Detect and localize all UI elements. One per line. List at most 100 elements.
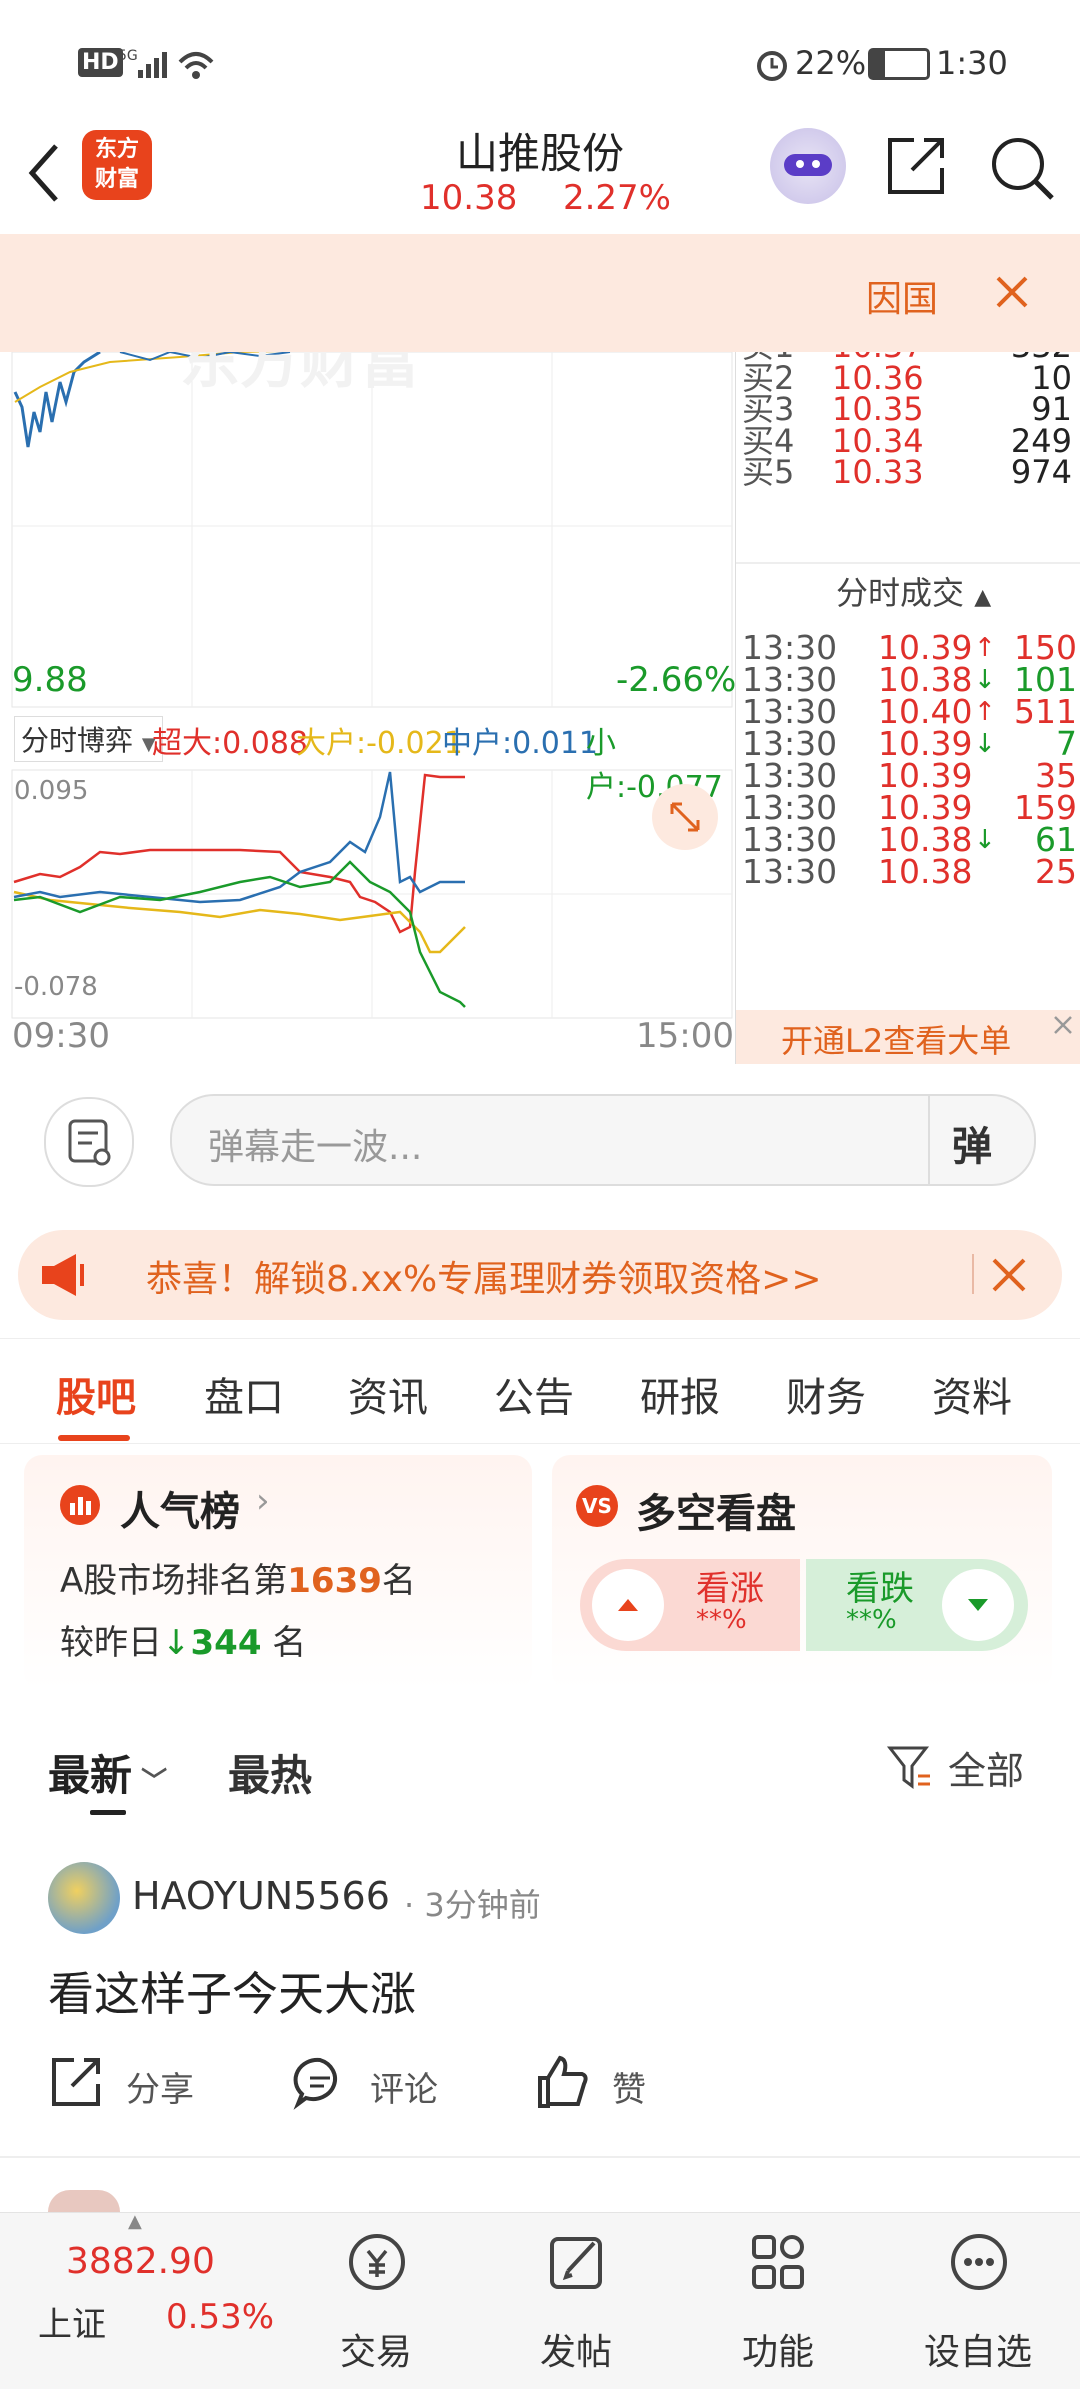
alarm-icon: [752, 44, 792, 88]
triangle-down-icon: [942, 1569, 1014, 1641]
hd-icon: HD: [78, 48, 123, 77]
battery-percent: 22%: [795, 44, 867, 82]
tick-time: 13:30: [742, 852, 838, 891]
intraday-chart[interactable]: 东方财富 9.88 -2.66% 分时博弈 ▼ 超大:0.088 大户:-0.0…: [0, 352, 736, 1064]
danmu-input[interactable]: 弹幕走一波... 弹: [170, 1094, 1036, 1186]
tick-row: 13:30 10.38 25: [742, 848, 1077, 896]
post-username[interactable]: HAOYUN5566: [132, 1874, 390, 1918]
comment-icon: [293, 2057, 338, 2110]
nav-functions[interactable]: 功能: [708, 2213, 848, 2389]
filter-icon: [886, 1746, 930, 1789]
svg-text:东方财富: 东方财富: [180, 352, 420, 397]
grid-icon: [752, 2235, 804, 2289]
share-icon[interactable]: [884, 134, 948, 202]
popularity-title: 人气榜: [120, 1489, 240, 1535]
tick-price: 10.38: [878, 852, 973, 891]
l2-upgrade-link[interactable]: 开通L2查看大单: [736, 1010, 1080, 1064]
large-value: 大户:-0.021: [296, 726, 463, 761]
current-price: 10.38: [420, 178, 518, 218]
order-book: 买110.37332买210.3610买310.3591买410.34249买5…: [735, 352, 1080, 1064]
nav-trade[interactable]: 交易: [306, 2213, 446, 2389]
notice-banner[interactable]: 因国: [0, 234, 1080, 352]
promo-text: 恭喜！解锁8.xx%专属理财券领取资格>>: [146, 1259, 822, 1300]
bull-button[interactable]: 看涨 **%: [580, 1559, 800, 1651]
avatar: [48, 2190, 120, 2212]
index-change: 0.53%: [166, 2297, 275, 2337]
svg-text:5G: 5G: [118, 48, 138, 64]
y-max-label: 0.095: [14, 776, 89, 806]
close-icon[interactable]: [1050, 1012, 1076, 1042]
post-content[interactable]: 看这样子今天大涨: [48, 1958, 416, 2024]
bottom-nav: ▲ 3882.90 上证 0.53% 交易 发帖 功能 设自选: [0, 2211, 1080, 2389]
danmu-placeholder: 弹幕走一波...: [208, 1127, 423, 1168]
expand-icon[interactable]: [652, 784, 718, 850]
rank-change-line: 较昨日↓344 名: [60, 1623, 307, 1663]
filter-label: 全部: [948, 1749, 1025, 1793]
battery-icon: [868, 48, 930, 80]
search-icon[interactable]: [988, 134, 1058, 208]
share-label: 分享: [126, 2070, 194, 2110]
tab-0[interactable]: 股吧: [56, 1365, 136, 1423]
nav-add-watchlist[interactable]: 设自选: [908, 2213, 1048, 2389]
nav-post[interactable]: 发帖: [506, 2213, 646, 2389]
like-label: 赞: [612, 2070, 646, 2110]
signal-icon: 5G: [118, 44, 218, 88]
bull-bear-title: 多空看盘: [636, 1491, 796, 1537]
more-icon: [951, 2234, 1007, 2290]
tab-2[interactable]: 资讯: [348, 1365, 428, 1423]
l2-upgrade-label: 开通L2查看大单: [781, 1022, 1012, 1060]
content-tabs: 股吧 盘口 资讯 公告 研报 财务 资料: [0, 1338, 1080, 1444]
status-bar: HD 5G 22% 1:30: [0, 0, 1080, 120]
bear-button[interactable]: 看跌 **%: [806, 1559, 1028, 1651]
tab-5[interactable]: 财务: [786, 1365, 866, 1423]
post-time: · 3分钟前: [404, 1886, 541, 1924]
tab-6[interactable]: 资料: [932, 1365, 1012, 1423]
indicator-legend: 分时博弈 ▼ 超大:0.088 大户:-0.021 中户:0.011 小户:-0…: [12, 708, 732, 805]
tick-volume: 25: [1035, 852, 1077, 891]
chart-bars-icon: [60, 1485, 100, 1525]
assistant-robot-icon[interactable]: [770, 128, 846, 204]
close-icon[interactable]: [994, 274, 1030, 314]
megaphone-icon: [36, 1250, 96, 1304]
sort-tab-indicator: [90, 1810, 126, 1815]
low-price-label: 9.88: [12, 660, 88, 700]
bull-bear-card: VS 多空看盘 看涨 **% 看跌 **%: [552, 1455, 1052, 1690]
tab-3[interactable]: 公告: [494, 1365, 574, 1423]
promo-banner[interactable]: 恭喜！解锁8.xx%专属理财券领取资格>>: [18, 1230, 1062, 1320]
stock-header: 东方 财富 山推股份 10.38 2.27%: [0, 120, 1080, 234]
danmu-settings-icon[interactable]: [44, 1097, 134, 1187]
ticks-title: 分时成交 ▲: [836, 574, 992, 612]
medium-value: 中户:0.011: [442, 726, 598, 761]
time-start-label: 09:30: [12, 1016, 110, 1056]
nav-trade-label: 交易: [339, 2332, 412, 2373]
comment-label: 评论: [370, 2070, 438, 2110]
nav-add-watchlist-label: 设自选: [923, 2332, 1032, 2373]
super-large-value: 超大:0.088: [152, 726, 308, 761]
popularity-card[interactable]: 人气榜 › A股市场排名第1639名 较昨日↓344 名: [24, 1455, 532, 1690]
triangle-up-icon: [592, 1569, 664, 1641]
bid-row: 买5 10.33 974: [742, 448, 1072, 496]
edit-icon: [550, 2237, 602, 2289]
bear-label: 看跌: [846, 1569, 914, 1609]
tab-1[interactable]: 盘口: [204, 1365, 284, 1423]
bull-value: **%: [696, 1605, 747, 1635]
rank-change-value: 344: [190, 1623, 262, 1663]
sort-hot-tab[interactable]: 最热: [228, 1742, 312, 1803]
bid-volume: 974: [1010, 453, 1072, 492]
thumbs-up-icon: [538, 2055, 588, 2108]
danmu-bar: 弹幕走一波... 弹: [0, 1064, 1080, 1214]
danmu-send-button[interactable]: 弹: [952, 1114, 992, 1172]
triangle-up-icon: ▲: [128, 2211, 142, 2232]
price-line: 10.38 2.27%: [420, 178, 671, 218]
tab-4[interactable]: 研报: [640, 1365, 720, 1423]
indicator-select[interactable]: 分时博弈 ▼: [14, 716, 163, 762]
index-ticker[interactable]: ▲ 3882.90 上证 0.53%: [0, 2211, 300, 2389]
yuan-icon: [349, 2234, 405, 2290]
sort-latest-tab[interactable]: 最新 ﹀: [48, 1742, 167, 1803]
bull-label: 看涨: [696, 1569, 764, 1609]
y-min-label: -0.078: [14, 972, 98, 1002]
close-icon[interactable]: [990, 1256, 1028, 1298]
chevron-right-icon: ›: [256, 1481, 270, 1521]
notice-text: 因国: [866, 279, 939, 320]
avatar[interactable]: [48, 1862, 120, 1934]
